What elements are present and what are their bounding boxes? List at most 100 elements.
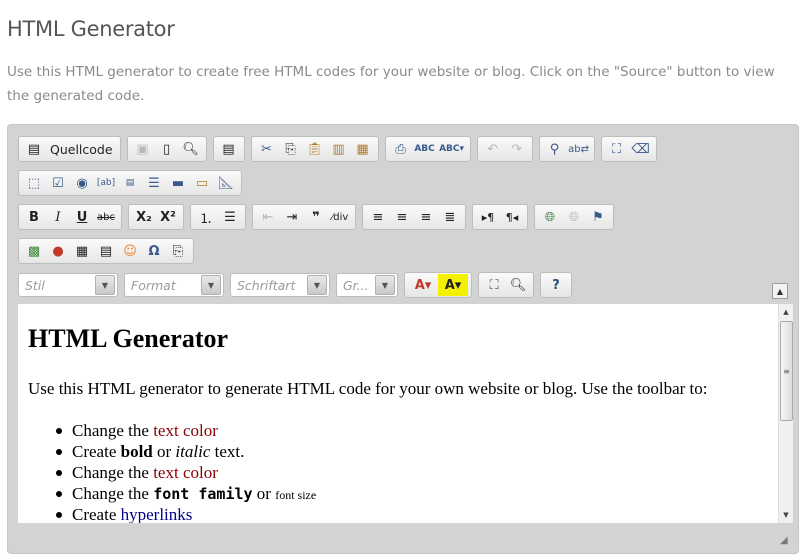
spellcheck-icon[interactable]: ABC	[413, 138, 437, 160]
textarea-icon[interactable]: ▤	[118, 172, 142, 194]
numbered-list-icon[interactable]: ⒈	[194, 206, 218, 228]
scroll-up-icon[interactable]: ▲	[779, 304, 793, 320]
maximize-icon[interactable]: ⛶	[482, 274, 506, 296]
show-blocks-icon[interactable]: 🔍︎	[506, 274, 530, 296]
templates-icon[interactable]: ▤	[217, 138, 241, 160]
size-combo[interactable]: Gr... ▼	[336, 273, 398, 297]
content-paragraph: Use this HTML generator to generate HTML…	[28, 379, 708, 398]
hidden-field-icon[interactable]: 📐︎	[214, 172, 238, 194]
content-list: Change the text color Create bold or ita…	[56, 420, 316, 523]
find-icon[interactable]: ⚲	[543, 138, 567, 160]
image-button-icon[interactable]: ▭	[190, 172, 214, 194]
bold-button[interactable]: B	[22, 206, 46, 228]
paste-text-icon[interactable]: ▥	[327, 138, 351, 160]
radio-icon[interactable]: ◉	[70, 172, 94, 194]
source-button[interactable]: Quellcode	[46, 138, 117, 160]
source-group: ▤ Quellcode	[18, 136, 121, 162]
rtl-icon[interactable]: ¶◂	[500, 206, 524, 228]
subscript-button[interactable]: X₂	[132, 206, 156, 228]
toolbar-row-1: ▤ Quellcode ▣ ▯ 🔍︎ ▤ ✂ ⎘ 📋︎ ▥ ▦ ⎙ ABC AB…	[18, 135, 663, 163]
color-group: A▾ A▾	[404, 272, 472, 298]
underline-button[interactable]: U	[70, 206, 94, 228]
new-page-icon[interactable]: ▯	[155, 138, 179, 160]
outdent-icon[interactable]: ⇤	[256, 206, 280, 228]
toolbar-collapse-button[interactable]: ▲	[772, 283, 788, 299]
tools-group: ⛶ 🔍︎	[478, 272, 534, 298]
intro-text: Use this HTML generator to create free H…	[7, 64, 775, 104]
blockquote-icon[interactable]: ❞	[304, 206, 328, 228]
select-field-icon[interactable]: ☰	[142, 172, 166, 194]
format-combo[interactable]: Format ▼	[124, 273, 224, 297]
scayt-icon[interactable]: ABC▾	[437, 138, 467, 160]
bulleted-list-icon[interactable]: ☰	[218, 206, 242, 228]
align-right-icon[interactable]: ≡	[414, 206, 438, 228]
toolbar-row-4: ▩ ● ▦ ▤ ☺ Ω ⎘	[18, 237, 200, 265]
font-combo[interactable]: Schriftart ▼	[230, 273, 330, 297]
find-group: ⚲ ab⇄	[538, 136, 595, 162]
table-icon[interactable]: ▦	[70, 240, 94, 262]
image-icon[interactable]: ▩	[22, 240, 46, 262]
align-group: ≡ ≡ ≡ ≣	[362, 204, 466, 230]
paste-word-icon[interactable]: ▦	[351, 138, 375, 160]
content-scrollbar[interactable]: ▲ ≡ ▼	[778, 304, 793, 523]
link-group: 🌐︎ 🌐︎ ⚑	[534, 204, 614, 230]
unlink-icon[interactable]: 🌐︎	[562, 206, 586, 228]
redo-icon[interactable]: ↷	[505, 138, 529, 160]
chevron-down-icon: ▼	[375, 275, 395, 295]
insert-group: ▩ ● ▦ ▤ ☺ Ω ⎘	[18, 238, 194, 264]
list-item: Change the text color	[56, 462, 316, 483]
eraser-icon[interactable]: ⌫	[629, 138, 653, 160]
print-spell-group: ⎙ ABC ABC▾	[384, 136, 471, 162]
style-combo[interactable]: Stil ▼	[18, 273, 118, 297]
flash-icon[interactable]: ●	[46, 240, 70, 262]
undo-group: ↶ ↷	[476, 136, 533, 162]
size-combo-label: Gr...	[343, 277, 369, 293]
align-center-icon[interactable]: ≡	[390, 206, 414, 228]
align-justify-icon[interactable]: ≣	[438, 206, 462, 228]
toolbar-row-5: Stil ▼ Format ▼ Schriftart ▼ Gr... ▼ A▾ …	[18, 271, 578, 299]
save-icon[interactable]: ▣	[131, 138, 155, 160]
clipboard-group: ✂ ⎘ 📋︎ ▥ ▦	[250, 136, 379, 162]
cut-icon[interactable]: ✂	[255, 138, 279, 160]
form-icon[interactable]: ⬚	[22, 172, 46, 194]
preview-icon[interactable]: 🔍︎	[179, 138, 203, 160]
smiley-icon[interactable]: ☺	[118, 240, 142, 262]
italic-button[interactable]: I	[46, 206, 70, 228]
ltr-icon[interactable]: ▸¶	[476, 206, 500, 228]
format-combo-label: Format	[131, 277, 176, 293]
div-icon[interactable]: ⁄div	[328, 206, 352, 228]
print-icon[interactable]: ⎙	[389, 138, 413, 160]
textfield-icon[interactable]: [ab]	[94, 172, 118, 194]
indent-icon[interactable]: ⇥	[280, 206, 304, 228]
link-icon[interactable]: 🌐︎	[538, 206, 562, 228]
about-group: ?	[540, 272, 572, 298]
editor-content[interactable]: HTML Generator Use this HTML generator t…	[18, 304, 778, 523]
horizontal-rule-icon[interactable]: ▤	[94, 240, 118, 262]
special-char-icon[interactable]: Ω	[142, 240, 166, 262]
strike-button[interactable]: abc	[94, 206, 118, 228]
script-group: X₂ X²	[128, 204, 184, 230]
chevron-down-icon: ▼	[201, 275, 221, 295]
list-group: ⒈ ☰	[190, 204, 246, 230]
text-color-icon[interactable]: A▾	[408, 274, 438, 296]
bg-color-icon[interactable]: A▾	[438, 274, 468, 296]
checkbox-icon[interactable]: ☑	[46, 172, 70, 194]
resize-grip-icon[interactable]: ◢	[780, 535, 792, 547]
scroll-thumb[interactable]: ≡	[780, 321, 793, 421]
paste-icon[interactable]: 📋︎	[303, 138, 327, 160]
replace-icon[interactable]: ab⇄	[567, 138, 591, 160]
select-all-icon[interactable]: ⛶	[605, 138, 629, 160]
anchor-flag-icon[interactable]: ⚑	[586, 206, 610, 228]
page-title: HTML Generator	[7, 17, 175, 41]
undo-icon[interactable]: ↶	[481, 138, 505, 160]
toolbar-row-3: B I U abc X₂ X² ⒈ ☰ ⇤ ⇥ ❞ ⁄div ≡ ≡ ≡ ≣ ▸…	[18, 203, 620, 231]
copy-icon[interactable]: ⎘	[279, 138, 303, 160]
align-left-icon[interactable]: ≡	[366, 206, 390, 228]
list-item: Change the font family or font size	[56, 483, 316, 504]
page-break-icon[interactable]: ⎘	[166, 240, 190, 262]
superscript-button[interactable]: X²	[156, 206, 180, 228]
help-icon[interactable]: ?	[544, 274, 568, 296]
scroll-down-icon[interactable]: ▼	[779, 507, 793, 523]
button-field-icon[interactable]: ▬	[166, 172, 190, 194]
list-item: Create bold or italic text.	[56, 441, 316, 462]
